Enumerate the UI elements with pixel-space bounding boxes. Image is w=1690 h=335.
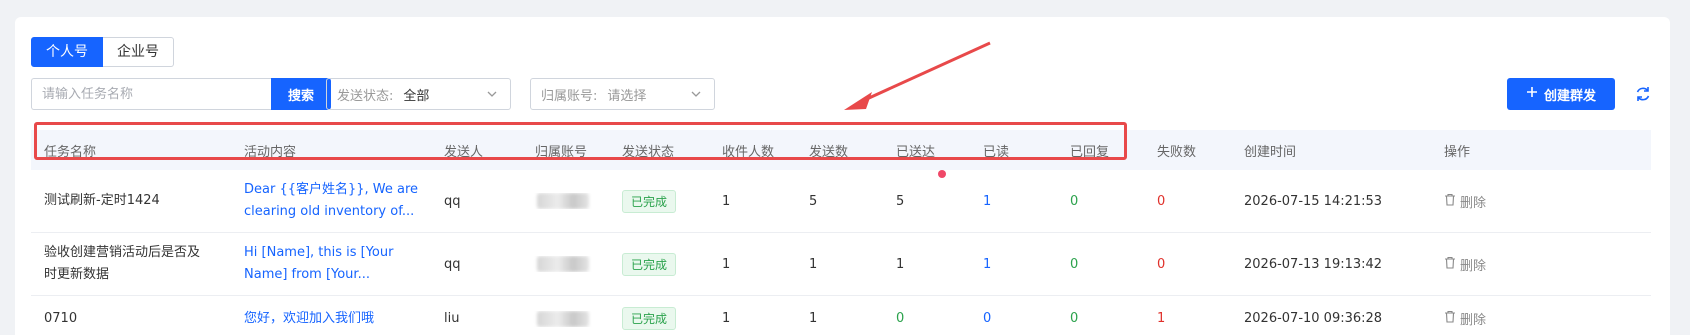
task-search: 搜索 <box>31 78 331 110</box>
refresh-icon[interactable] <box>1633 84 1653 104</box>
task-name: 0710 <box>44 310 78 326</box>
task-name-line: 时更新数据 <box>44 267 110 282</box>
search-button[interactable]: 搜索 <box>271 78 331 110</box>
status-cell: 已完成 <box>609 307 709 330</box>
content-link[interactable]: 您好，欢迎加入我们哦 <box>231 308 431 330</box>
status-cell: 已完成 <box>609 252 709 276</box>
col-content: 活动内容 <box>244 144 297 160</box>
account-cell <box>522 256 609 272</box>
content-line: Dear {{客户姓名}}, We are <box>244 182 419 197</box>
actions-cell: 删除 <box>1431 192 1551 211</box>
sender: qq <box>444 256 461 272</box>
col-sent: 发送数 <box>809 144 849 160</box>
account-label: 归属账号: <box>541 88 598 104</box>
table-row: 测试刷新-定时1424 Dear {{客户姓名}}, We are cleari… <box>31 170 1651 233</box>
col-task-name: 任务名称 <box>44 144 97 160</box>
blurred-account <box>537 256 589 272</box>
trash-icon <box>1444 310 1456 327</box>
recipients-count: 1 <box>722 256 731 272</box>
table-row: 0710 您好，欢迎加入我们哦 liu 已完成 1 1 0 0 0 1 2026… <box>31 296 1651 335</box>
sent-count: 1 <box>809 311 818 326</box>
delete-button[interactable]: 删除 <box>1444 192 1551 211</box>
sender: liu <box>444 311 460 326</box>
tab-enterprise[interactable]: 企业号 <box>103 37 174 67</box>
account-placeholder: 请选择 <box>607 88 647 104</box>
table-row: 验收创建营销活动后是否及 时更新数据 Hi [Name], this is [Y… <box>31 233 1651 296</box>
content-line: clearing old inventory of... <box>244 204 415 219</box>
delete-label: 删除 <box>1460 195 1487 211</box>
read-count[interactable]: 1 <box>970 257 1057 272</box>
created-time: 2026-07-13 19:13:42 <box>1244 256 1383 272</box>
trash-icon <box>1444 256 1456 273</box>
col-account: 归属账号 <box>535 144 588 160</box>
account-cell <box>522 310 609 327</box>
delete-button[interactable]: 删除 <box>1444 255 1551 274</box>
status-badge: 已完成 <box>622 252 677 276</box>
content-line: Hi [Name], this is [Your <box>244 245 394 260</box>
col-read: 已读 <box>983 144 1010 160</box>
read-count[interactable]: 1 <box>970 194 1057 209</box>
actions-cell: 删除 <box>1431 309 1551 328</box>
col-actions: 操作 <box>1444 144 1471 160</box>
col-sender: 发送人 <box>444 144 484 160</box>
trash-icon <box>1444 193 1456 210</box>
task-name: 验收创建营销活动后是否及 时更新数据 <box>31 242 231 286</box>
recipients-count: 1 <box>722 193 731 209</box>
failed-count: 1 <box>1157 311 1166 326</box>
delivered-count: 1 <box>896 256 905 272</box>
task-name-line: 验收创建营销活动后是否及 <box>44 245 201 260</box>
read-count[interactable]: 0 <box>970 311 1057 326</box>
blurred-account <box>537 310 589 327</box>
blurred-account <box>537 193 589 209</box>
content-line: Name] from [Your... <box>244 267 370 282</box>
chevron-down-icon <box>690 88 702 103</box>
content-line: 您好，欢迎加入我们哦 <box>244 310 375 326</box>
delete-label: 删除 <box>1460 313 1487 328</box>
delivered-count: 5 <box>896 193 905 209</box>
col-replied: 已回复 <box>1070 144 1110 160</box>
delete-label: 删除 <box>1460 258 1487 274</box>
account-type-tabs: 个人号 企业号 <box>31 37 174 67</box>
actions-cell: 删除 <box>1431 255 1551 274</box>
unread-dot <box>938 170 946 178</box>
col-delivered: 已送达 <box>896 144 936 160</box>
failed-count: 0 <box>1157 193 1166 209</box>
content-link[interactable]: Hi [Name], this is [Your Name] from [You… <box>231 242 431 286</box>
recipients-count: 1 <box>722 311 731 326</box>
sent-count: 1 <box>809 256 818 272</box>
col-recipients: 收件人数 <box>722 144 775 160</box>
search-input[interactable] <box>31 78 271 110</box>
replied-count: 0 <box>1070 311 1079 326</box>
created-time: 2026-07-15 14:21:53 <box>1244 193 1383 209</box>
send-status-label: 发送状态: <box>337 88 394 104</box>
col-failed: 失败数 <box>1157 144 1197 160</box>
status-badge: 已完成 <box>622 307 677 330</box>
created-time: 2026-07-10 09:36:28 <box>1244 311 1383 326</box>
status-cell: 已完成 <box>609 189 709 213</box>
task-name: 测试刷新-定时1424 <box>44 193 160 208</box>
replied-count: 0 <box>1070 193 1079 209</box>
delete-button[interactable]: 删除 <box>1444 309 1551 328</box>
failed-count: 0 <box>1157 256 1166 272</box>
broadcast-table: 任务名称 活动内容 发送人 归属账号 发送状态 收件人数 发送数 已送达 已读 … <box>31 130 1651 335</box>
account-select[interactable]: 归属账号: 请选择 <box>530 78 715 110</box>
send-status-value: 全部 <box>403 88 430 104</box>
col-status: 发送状态 <box>622 144 675 160</box>
col-created: 创建时间 <box>1244 144 1297 160</box>
sender: qq <box>444 193 461 209</box>
table-header: 任务名称 活动内容 发送人 归属账号 发送状态 收件人数 发送数 已送达 已读 … <box>31 130 1651 170</box>
delivered-count: 0 <box>896 311 905 326</box>
status-badge: 已完成 <box>622 189 677 213</box>
create-broadcast-label: 创建群发 <box>1543 88 1596 104</box>
sent-count: 5 <box>809 193 818 209</box>
replied-count: 0 <box>1070 256 1079 272</box>
create-broadcast-button[interactable]: 创建群发 <box>1507 78 1615 110</box>
content-link[interactable]: Dear {{客户姓名}}, We are clearing old inven… <box>231 179 431 223</box>
account-cell <box>522 193 609 209</box>
chevron-down-icon <box>486 88 498 103</box>
plus-icon <box>1526 86 1538 102</box>
tab-personal[interactable]: 个人号 <box>31 37 103 67</box>
send-status-select[interactable]: 发送状态: 全部 <box>326 78 511 110</box>
